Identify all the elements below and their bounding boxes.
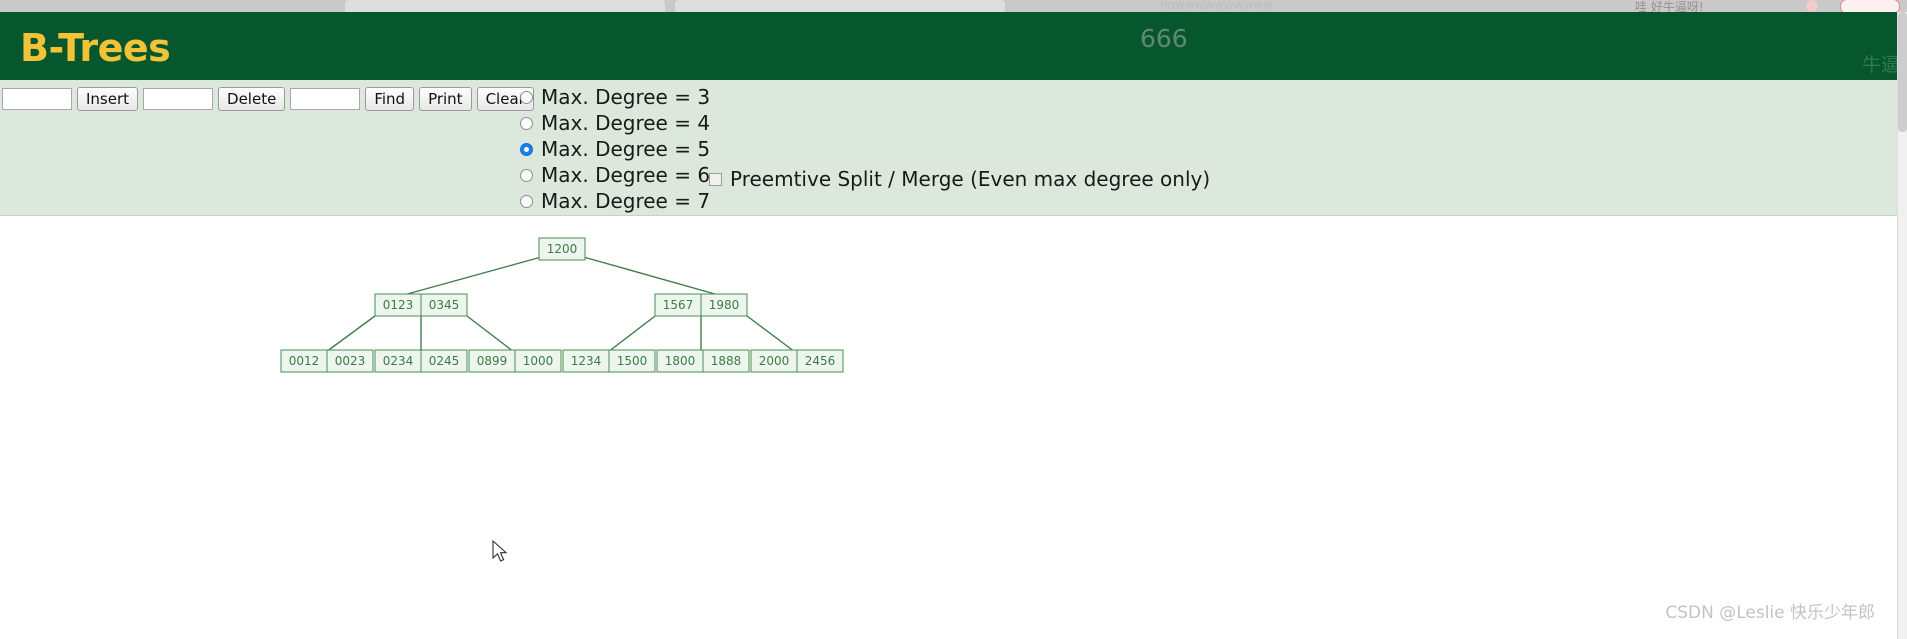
delete-input[interactable] [143, 88, 214, 110]
insert-input[interactable] [2, 88, 72, 110]
tree-leaf-1-key-0: 0234 [383, 354, 414, 368]
page-title: B-Trees [20, 26, 171, 70]
app-header: B-Trees 666 牛逼 [0, 12, 1907, 80]
tree-leaf-0-key-0: 0012 [289, 354, 320, 368]
checkbox-label: Preemtive Split / Merge (Even max degree… [730, 167, 1211, 191]
tree-leaf-5-key-0: 2000 [759, 354, 790, 368]
radio-label: Max. Degree = 5 [541, 137, 711, 161]
tree-canvas[interactable]: 1200 0123 0345 1567 1980 0012 0023 0234 … [0, 216, 1907, 639]
insert-button[interactable]: Insert [77, 87, 139, 111]
tree-leaf-4-key-0: 1800 [665, 354, 696, 368]
tree-leaf-3-key-1: 1500 [617, 354, 648, 368]
radio-max-degree-3[interactable]: Max. Degree = 3 [520, 84, 710, 110]
btree-diagram: 1200 0123 0345 1567 1980 0012 0023 0234 … [280, 237, 844, 373]
radio-label: Max. Degree = 6 [541, 163, 711, 187]
tree-leaf-1-key-1: 0245 [429, 354, 460, 368]
find-button[interactable]: Find [365, 87, 415, 111]
delete-button[interactable]: Delete [218, 87, 286, 111]
radio-icon-selected[interactable] [520, 142, 533, 156]
scrollbar-thumb[interactable] [1898, 12, 1907, 132]
controls-button-row: Insert Delete Find Print Clear [2, 87, 534, 111]
radio-icon[interactable] [520, 90, 533, 104]
browser-tab-ghost-1[interactable] [345, 0, 665, 12]
checkbox-icon[interactable] [709, 172, 722, 186]
overlay-cn-right: 牛逼 [1862, 54, 1901, 76]
tree-node-internal-right-key-0: 1567 [663, 298, 694, 312]
tree-leaf-2-key-0: 0899 [477, 354, 508, 368]
radio-max-degree-4[interactable]: Max. Degree = 4 [520, 110, 710, 136]
tree-node-internal-left-key-0: 0123 [383, 298, 414, 312]
radio-label: Max. Degree = 3 [541, 85, 711, 109]
preemptive-split-merge-checkbox[interactable]: Preemtive Split / Merge (Even max degree… [709, 167, 1210, 191]
page-scrollbar[interactable] [1897, 12, 1907, 639]
tree-leaf-0-key-1: 0023 [335, 354, 366, 368]
tree-leaf-5-key-1: 2456 [805, 354, 836, 368]
overlay-ghost-text-left: nowwwwwwwwww [1160, 0, 1274, 12]
radio-icon[interactable] [520, 116, 533, 130]
print-button[interactable]: Print [419, 87, 472, 111]
browser-tab-ghost-2[interactable] [675, 0, 1005, 12]
tree-leaf-4-key-1: 1888 [711, 354, 742, 368]
tree-node-internal-right-key-1: 1980 [709, 298, 740, 312]
tree-node-internal-left-key-1: 0345 [429, 298, 460, 312]
radio-label: Max. Degree = 7 [541, 189, 711, 213]
mouse-cursor-icon [492, 540, 508, 562]
watermark: CSDN @Leslie 快乐少年郎 [1665, 603, 1875, 623]
controls-panel: Insert Delete Find Print Clear Max. Degr… [0, 80, 1907, 216]
find-input[interactable] [290, 88, 361, 110]
radio-max-degree-7[interactable]: Max. Degree = 7 [520, 188, 710, 214]
tree-leaf-3-key-0: 1234 [571, 354, 602, 368]
radio-label: Max. Degree = 4 [541, 111, 711, 135]
radio-max-degree-5[interactable]: Max. Degree = 5 [520, 136, 710, 162]
tree-leaf-2-key-1: 1000 [523, 354, 554, 368]
tree-node-root-key-0: 1200 [547, 242, 578, 256]
max-degree-radio-group: Max. Degree = 3 Max. Degree = 4 Max. Deg… [520, 84, 710, 214]
overlay-dot [1806, 0, 1818, 12]
radio-icon[interactable] [520, 194, 533, 208]
overlay-number: 666 [1140, 24, 1188, 53]
radio-icon[interactable] [520, 168, 533, 182]
radio-max-degree-6[interactable]: Max. Degree = 6 [520, 162, 710, 188]
